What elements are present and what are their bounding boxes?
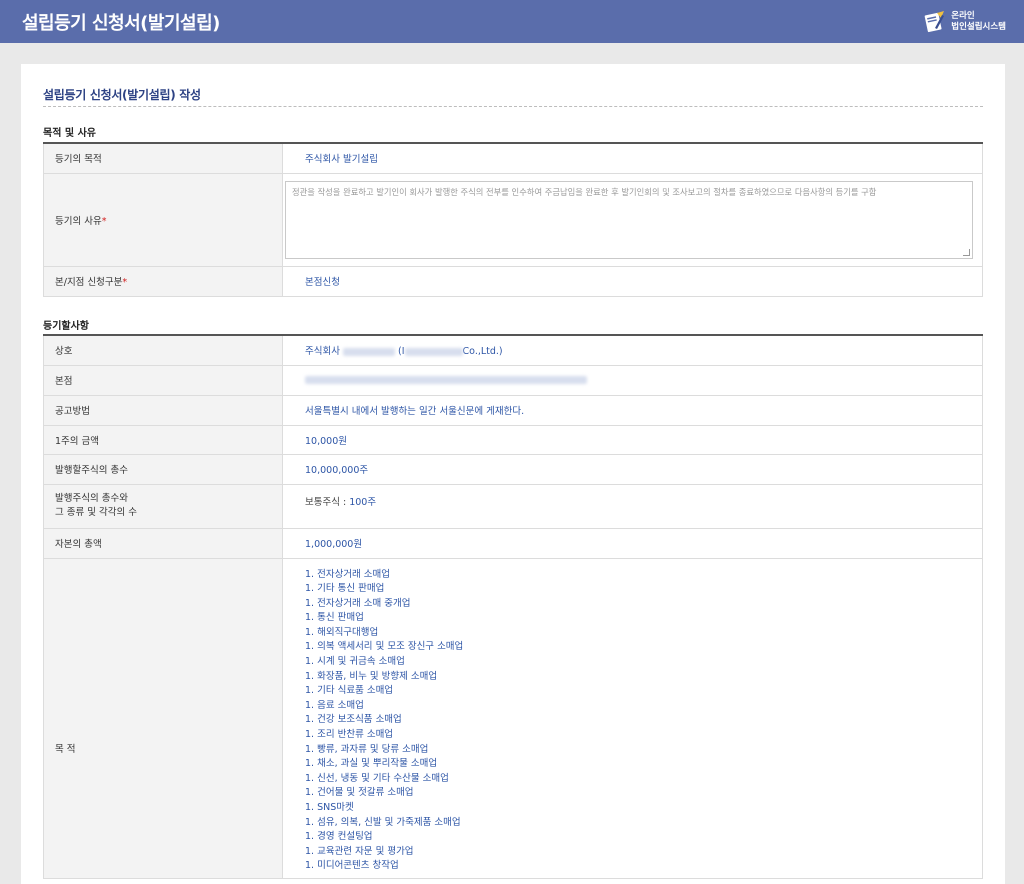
list-item: 1. 기타 통신 판매업 xyxy=(305,583,385,595)
list-item: 1. 해외직구대행업 xyxy=(305,626,379,638)
list-item: 1. 교육관련 자문 및 평가업 xyxy=(305,845,414,857)
section-title-registration-items: 등기할사항 xyxy=(43,321,89,332)
resize-handle-icon[interactable] xyxy=(963,248,970,256)
list-item: 1. 조리 반찬류 소매업 xyxy=(305,729,394,741)
redacted-english-name xyxy=(404,347,463,356)
list-item: 1. 음료 소매업 xyxy=(305,699,364,711)
document-pen-icon xyxy=(924,11,945,33)
list-item: 1. 건강 보조식품 소매업 xyxy=(305,714,402,726)
label-par-value: 1주의 금액 xyxy=(43,425,283,455)
label-business-objects: 목 적 xyxy=(43,558,283,879)
list-item: 1. 화장품, 비누 및 방향제 소매업 xyxy=(305,670,438,682)
form-title: 설립등기 신청서(발기설립) 작성 xyxy=(43,88,201,102)
brand-logo[interactable]: 온라인 법인설립시스템 xyxy=(923,8,1006,36)
reason-textarea-text: 정관을 작성을 완료하고 발기인이 회사가 발행한 주식의 전부를 인수하여 주… xyxy=(292,186,877,197)
list-item: 1. 건어물 및 젓갈류 소매업 xyxy=(305,787,414,799)
row-issued-shares: 발행주식의 총수와 그 종류 및 각각의 수 보통주식 : 100주 xyxy=(43,484,983,529)
label-total-capital: 자본의 총액 xyxy=(43,528,283,559)
label-issued-shares-line1: 발행주식의 총수와 xyxy=(55,493,128,504)
top-header-bar: 설립등기 신청서(발기설립) 온라인 법인설립시스템 xyxy=(0,0,1024,43)
row-notice-method: 공고방법 서울특별시 내에서 발행하는 일간 서울신문에 게재한다. xyxy=(43,395,983,426)
issued-shares-prefix: 보통주식 : xyxy=(305,496,350,508)
list-item: 1. 신선, 냉동 및 기타 수산물 소매업 xyxy=(305,772,449,784)
row-head-office: 본점 xyxy=(43,365,983,396)
brand-text-line1: 온라인 xyxy=(951,11,975,21)
label-head-office: 본점 xyxy=(43,365,283,396)
page-header-title: 설립등기 신청서(발기설립) xyxy=(22,13,220,34)
label-authorized-shares: 발행할주식의 총수 xyxy=(43,454,283,485)
redacted-address xyxy=(305,376,587,384)
list-item: 1. 시계 및 귀금속 소매업 xyxy=(305,656,405,668)
list-item: 1. 통신 판매업 xyxy=(305,612,364,624)
business-objects-list: 1. 전자상거래 소매업 1. 기타 통신 판매업 1. 전자상거래 소매 중개… xyxy=(305,559,982,878)
redacted-korean-name xyxy=(343,347,395,356)
value-registration-purpose: 주식회사 발기설립 xyxy=(282,143,983,174)
brand-text-line2: 법인설립시스템 xyxy=(951,22,1006,32)
form-panel: 설립등기 신청서(발기설립) 작성 목적 및 사유 등기의 목적 주식회사 발기… xyxy=(21,64,1005,884)
row-business-objects: 목 적 1. 전자상거래 소매업 1. 기타 통신 판매업 1. 전자상거래 소… xyxy=(43,558,983,879)
label-notice-method: 공고방법 xyxy=(43,395,283,426)
purpose-reason-table: 등기의 목적 주식회사 발기설립 등기의 사유* 정관을 작성을 완료하고 발기… xyxy=(43,142,983,297)
value-par-value: 10,000원 xyxy=(282,425,983,455)
required-mark: * xyxy=(122,277,128,288)
row-total-capital: 자본의 총액 1,000,000원 xyxy=(43,528,983,559)
registration-items-table: 상호 주식회사 (I Co.,Ltd.) 본점 공고방법 서울특별시 내에서 발행… xyxy=(43,334,983,879)
list-item: 1. 빵류, 과자류 및 당류 소매업 xyxy=(305,743,429,755)
list-item: 1. 채소, 과실 및 뿌리작물 소매업 xyxy=(305,758,438,770)
title-divider xyxy=(43,106,983,107)
label-registration-reason: 등기의 사유 xyxy=(55,215,102,227)
list-item: 1. 전자상거래 소매 중개업 xyxy=(305,597,411,609)
value-authorized-shares: 10,000,000주 xyxy=(282,454,983,485)
list-item: 1. 경영 컨설팅업 xyxy=(305,831,373,843)
company-name-suffix: Co.,Ltd.) xyxy=(462,346,503,358)
value-notice-method: 서울특별시 내에서 발행하는 일간 서울신문에 게재한다. xyxy=(282,395,983,426)
label-registration-purpose: 등기의 목적 xyxy=(43,143,283,174)
row-registration-purpose: 등기의 목적 주식회사 발기설립 xyxy=(43,143,983,174)
row-company-name: 상호 주식회사 (I Co.,Ltd.) xyxy=(43,335,983,366)
list-item: 1. 전자상거래 소매업 xyxy=(305,568,391,580)
label-company-name: 상호 xyxy=(43,335,283,366)
row-registration-reason: 등기의 사유* 정관을 작성을 완료하고 발기인이 회사가 발행한 주식의 전부… xyxy=(43,173,983,267)
list-item: 1. 기타 식료품 소매업 xyxy=(305,685,394,697)
list-item: 1. 섬유, 의복, 신발 및 가죽제품 소매업 xyxy=(305,816,461,828)
row-authorized-shares: 발행할주식의 총수 10,000,000주 xyxy=(43,454,983,485)
list-item: 1. 미디어콘텐츠 창작업 xyxy=(305,860,399,872)
label-branch-type: 본/지점 신청구분 xyxy=(55,277,123,288)
list-item: 1. SNS마켓 xyxy=(305,802,354,813)
value-total-capital: 1,000,000원 xyxy=(282,528,983,559)
value-issued-shares: 100주 xyxy=(349,496,377,508)
value-branch-type: 본점신청 xyxy=(282,266,983,297)
reason-textarea[interactable]: 정관을 작성을 완료하고 발기인이 회사가 발행한 주식의 전부를 인수하여 주… xyxy=(285,180,973,259)
row-branch-type: 본/지점 신청구분* 본점신청 xyxy=(43,266,983,297)
required-mark: * xyxy=(101,215,107,227)
company-name-paren: (I xyxy=(398,346,405,358)
label-issued-shares-line2: 그 종류 및 각각의 수 xyxy=(55,507,137,518)
row-par-value: 1주의 금액 10,000원 xyxy=(43,425,983,455)
section-title-purpose-reason: 목적 및 사유 xyxy=(43,128,96,139)
list-item: 1. 의복 액세서리 및 모조 장신구 소매업 xyxy=(305,641,464,653)
company-name-prefix: 주식회사 xyxy=(305,346,340,358)
